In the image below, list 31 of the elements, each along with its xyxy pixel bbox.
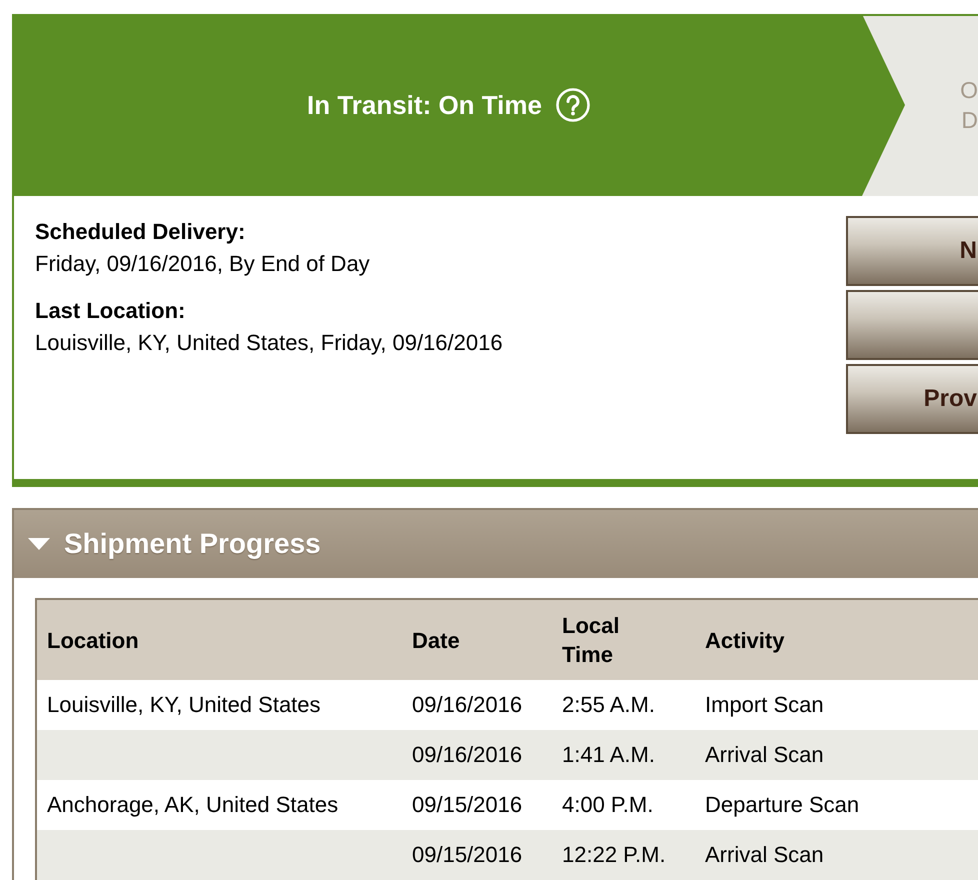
action-button[interactable] (846, 290, 978, 360)
table-cell: Arrival Scan (705, 841, 824, 869)
help-icon[interactable] (556, 88, 590, 122)
table-cell: 12:22 P.M. (562, 841, 666, 869)
next-step-text: D (961, 106, 978, 135)
table-cell: Louisville, KY, United States (47, 691, 321, 719)
table-cell: 09/15/2016 (412, 841, 522, 869)
section-title: Shipment Progress (64, 528, 321, 560)
table-cell: 09/15/2016 (412, 791, 522, 819)
table-cell: 4:00 P.M. (562, 791, 654, 819)
detail-label: Scheduled Delivery: (35, 218, 246, 246)
table-cell: Import Scan (705, 691, 824, 719)
table-cell: 2:55 A.M. (562, 691, 655, 719)
column-header: Activity (705, 626, 784, 654)
caret-icon[interactable] (28, 538, 50, 550)
column-header: Date (412, 626, 460, 654)
detail-label: Last Location: (35, 297, 186, 325)
table-cell: Anchorage, AK, United States (47, 791, 338, 819)
table-cell: Arrival Scan (705, 741, 824, 769)
column-header: Local Time (562, 612, 620, 669)
detail-value: Louisville, KY, United States, Friday, 09/16/2016 (35, 329, 503, 357)
detail-value: Friday, 09/16/2016, By End of Day (35, 250, 370, 278)
next-step-text: O (960, 76, 978, 105)
table-cell: 09/16/2016 (412, 741, 522, 769)
action-button[interactable]: Prov (846, 364, 978, 434)
table-cell: Departure Scan (705, 791, 860, 819)
table-cell: 1:41 A.M. (562, 741, 655, 769)
table-cell: 09/16/2016 (412, 691, 522, 719)
column-header: Location (47, 626, 139, 654)
status-title: In Transit: On Time (306, 90, 542, 120)
action-button[interactable]: N (846, 216, 978, 286)
